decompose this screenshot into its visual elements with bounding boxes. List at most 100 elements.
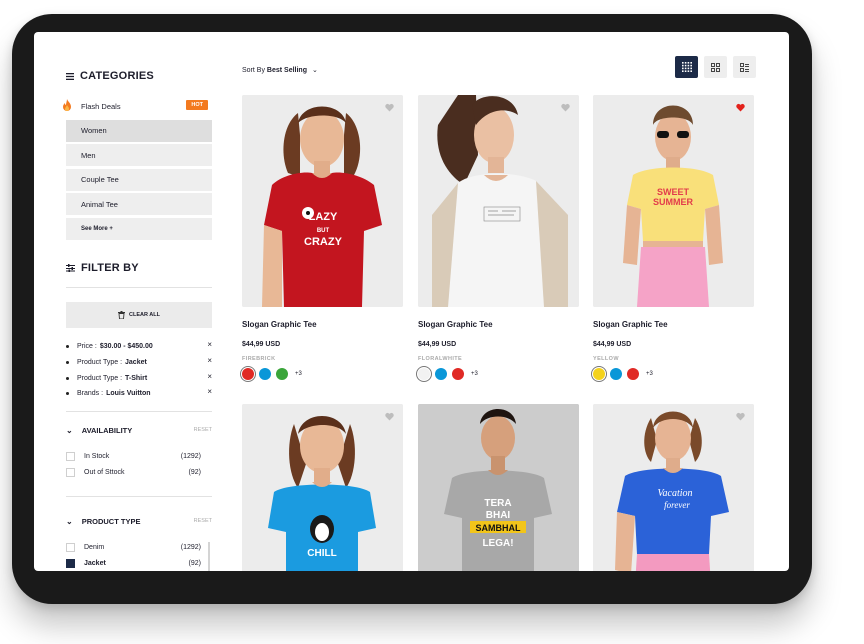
heart-icon[interactable] xyxy=(385,412,394,421)
product-card[interactable]: LAZY BUT CRAZY Slogan Graphic Tee $44,99… xyxy=(242,95,403,380)
product-card[interactable]: Slogan Graphic Tee $44,99 USD FLORALWHIT… xyxy=(418,95,579,380)
option-label: Out of Sttock xyxy=(84,468,125,476)
category-flash-deals[interactable]: Flash Deals HOT xyxy=(63,95,212,117)
svg-text:SWEET: SWEET xyxy=(657,187,690,197)
product-card[interactable]: CHILL xyxy=(242,404,403,571)
heart-icon[interactable] xyxy=(385,103,394,112)
checkbox[interactable] xyxy=(66,542,75,552)
bullet xyxy=(66,376,69,380)
product-type-option-denim[interactable]: Denim (1292) xyxy=(66,541,201,553)
color-swatch[interactable] xyxy=(276,368,288,380)
checkbox[interactable] xyxy=(66,467,75,477)
product-card[interactable]: SWEET SUMMER Slogan Graphic Tee $44,99 U… xyxy=(593,95,754,380)
sort-dropdown[interactable]: Sort By Best Selling ⌄ xyxy=(242,66,318,74)
model-photo: TERA BHAI SAMBHAL LEGA! xyxy=(418,404,579,571)
availability-option-in-stock[interactable]: In Stock (1292) xyxy=(66,450,201,462)
product-image[interactable]: Vacation forever xyxy=(593,404,754,571)
bullet xyxy=(66,344,69,348)
color-swatch[interactable] xyxy=(259,368,271,380)
availability-title: AVAILABILITY xyxy=(81,425,133,435)
product-image[interactable] xyxy=(418,95,579,307)
color-swatch[interactable] xyxy=(610,368,622,380)
clear-all-button[interactable]: CLEAR ALL xyxy=(66,302,212,328)
product-image[interactable]: TERA BHAI SAMBHAL LEGA! xyxy=(418,404,579,571)
sidebar-scrollbar[interactable] xyxy=(208,542,210,571)
category-women[interactable]: Women xyxy=(66,119,212,142)
app-screen: CATEGORIES Flash Deals HOT Women Men Cou… xyxy=(34,32,789,571)
color-swatches: +3 xyxy=(593,368,754,380)
product-type-header[interactable]: ⌄ PRODUCT TYPE RESET xyxy=(66,515,212,527)
filter-value: Louis Vuitton xyxy=(106,389,151,397)
list-icon xyxy=(740,62,749,72)
availability-reset-link[interactable]: RESET xyxy=(194,427,212,433)
more-colors-count[interactable]: +3 xyxy=(646,371,653,377)
svg-text:CHILL: CHILL xyxy=(307,548,336,559)
svg-text:Vacation: Vacation xyxy=(658,488,693,499)
color-swatch[interactable] xyxy=(452,368,464,380)
remove-filter-icon[interactable]: × xyxy=(207,356,212,365)
filter-value: T-Shirt xyxy=(125,374,148,382)
remove-filter-icon[interactable]: × xyxy=(207,340,212,349)
product-color-name: FIREBRICK xyxy=(242,356,276,362)
remove-filter-icon[interactable]: × xyxy=(207,372,212,381)
product-card[interactable]: TERA BHAI SAMBHAL LEGA! xyxy=(418,404,579,571)
heart-icon[interactable] xyxy=(561,103,570,112)
product-image[interactable]: SWEET SUMMER xyxy=(593,95,754,307)
grid-2-view-button[interactable] xyxy=(704,56,727,78)
color-swatch[interactable] xyxy=(418,368,430,380)
grid-2-icon xyxy=(711,62,720,72)
color-swatch[interactable] xyxy=(435,368,447,380)
divider xyxy=(66,496,212,497)
chevron-down-icon: ⌄ xyxy=(311,67,318,74)
hot-badge: HOT xyxy=(186,100,208,110)
sort-prefix: Sort By xyxy=(242,67,265,74)
product-image[interactable]: CHILL xyxy=(242,404,403,571)
checkbox[interactable] xyxy=(66,451,75,461)
divider xyxy=(66,287,212,288)
model-photo: SWEET SUMMER xyxy=(593,95,754,307)
color-swatch[interactable] xyxy=(627,368,639,380)
more-colors-count[interactable]: +3 xyxy=(471,371,478,377)
divider xyxy=(66,411,212,412)
active-filter-brands: Brands : Louis Vuitton × xyxy=(66,387,212,399)
category-couple-tee[interactable]: Couple Tee xyxy=(66,168,212,191)
categories-heading: CATEGORIES xyxy=(66,70,154,82)
product-card[interactable]: Vacation forever xyxy=(593,404,754,571)
color-swatch[interactable] xyxy=(242,368,254,380)
flame-icon xyxy=(63,99,71,111)
checkbox-checked[interactable] xyxy=(66,558,75,568)
heart-icon[interactable] xyxy=(736,412,745,421)
bullet xyxy=(66,360,69,364)
see-more-link[interactable]: See More + xyxy=(66,217,212,240)
categories-title: CATEGORIES xyxy=(80,70,154,82)
remove-filter-icon[interactable]: × xyxy=(207,387,212,396)
grid-4-view-button[interactable] xyxy=(675,56,698,78)
svg-text:CRAZY: CRAZY xyxy=(304,236,343,248)
color-swatches: +3 xyxy=(242,368,403,380)
category-label: Men xyxy=(81,150,96,160)
product-name[interactable]: Slogan Graphic Tee xyxy=(593,320,754,329)
availability-header[interactable]: ⌄ AVAILABILITY RESET xyxy=(66,424,212,436)
category-label: Women xyxy=(81,126,107,135)
color-swatch[interactable] xyxy=(593,368,605,380)
option-label: Jacket xyxy=(84,559,106,567)
category-men[interactable]: Men xyxy=(66,144,212,166)
product-price: $44,99 USD xyxy=(593,341,632,348)
sliders-icon xyxy=(66,264,75,272)
heart-icon-active[interactable] xyxy=(736,103,745,112)
model-photo: LAZY BUT CRAZY xyxy=(242,95,403,307)
active-filter-product-type: Product Type : Jacket × xyxy=(66,356,212,368)
more-colors-count[interactable]: +3 xyxy=(295,371,302,377)
product-type-option-jacket[interactable]: Jacket (92) xyxy=(66,557,201,569)
grid-4-icon xyxy=(681,62,692,72)
category-animal-tee[interactable]: Animal Tee xyxy=(66,193,212,215)
option-count: (1292) xyxy=(180,452,201,460)
product-image[interactable]: LAZY BUT CRAZY xyxy=(242,95,403,307)
list-view-button[interactable] xyxy=(733,56,756,78)
chevron-down-icon: ⌄ xyxy=(66,425,73,435)
filter-heading: FILTER BY xyxy=(66,262,139,274)
product-name[interactable]: Slogan Graphic Tee xyxy=(242,320,403,329)
product-type-reset-link[interactable]: RESET xyxy=(194,518,212,524)
product-name[interactable]: Slogan Graphic Tee xyxy=(418,320,579,329)
availability-option-out-of-stock[interactable]: Out of Sttock (92) xyxy=(66,466,201,478)
